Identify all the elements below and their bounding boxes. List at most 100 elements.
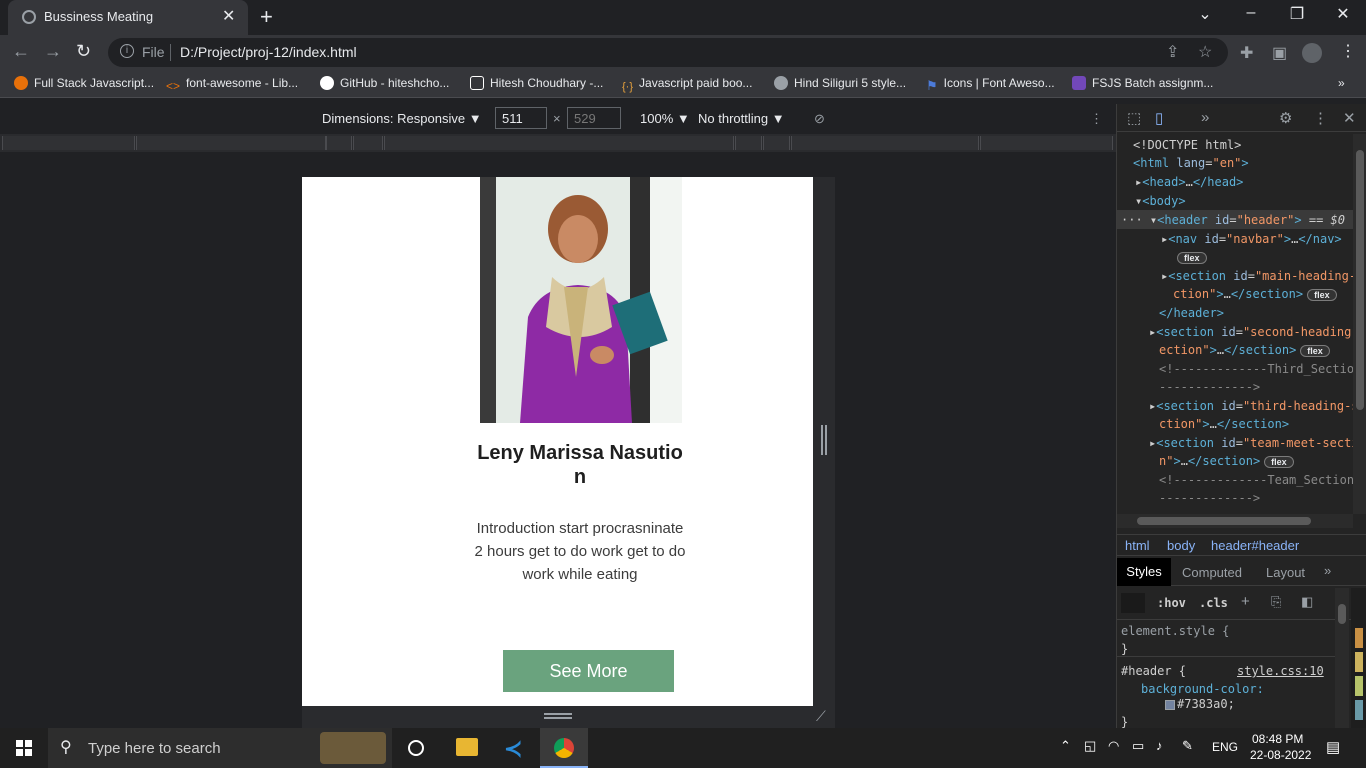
scrollbar-thumb[interactable] [1356, 150, 1364, 410]
tab-search-icon[interactable]: ⌄ [1182, 4, 1228, 24]
breadcrumb-item[interactable]: header#header [1211, 538, 1299, 553]
height-input[interactable]: 529 [567, 107, 621, 129]
comment-node[interactable]: -------------> [1159, 491, 1260, 505]
bookmark-item[interactable]: GitHub - hiteshcho... [320, 76, 449, 90]
styles-scrollbar[interactable] [1335, 588, 1349, 728]
width-input[interactable]: 511 [495, 107, 547, 129]
rule-source-link[interactable]: style.css:10 [1237, 664, 1324, 678]
maximize-button[interactable]: ❐ [1274, 4, 1320, 24]
see-more-button[interactable]: See More [503, 650, 674, 692]
close-window-button[interactable]: ✕ [1320, 4, 1366, 24]
back-button[interactable]: ← [12, 41, 30, 62]
filter-input[interactable] [1121, 593, 1145, 613]
dom-node[interactable]: ection">…</section> flex [1159, 343, 1330, 357]
dom-node[interactable]: n">…</section> flex [1159, 454, 1294, 468]
dimensions-dropdown[interactable]: Dimensions: Responsive ▼ [322, 111, 482, 126]
site-info-icon[interactable]: i [120, 44, 134, 58]
media-query-segment[interactable] [353, 136, 383, 150]
browser-tab[interactable]: Bussiness Meating ✕ [8, 0, 248, 35]
paint-icon[interactable]: ⎘ [1271, 594, 1281, 610]
chrome-taskbar-button[interactable] [540, 728, 588, 768]
minimize-button[interactable]: – [1228, 4, 1274, 22]
resize-handle-bottom[interactable]: ⟋ [302, 706, 835, 728]
tab-styles[interactable]: Styles [1117, 558, 1171, 586]
media-query-bar[interactable] [0, 134, 1116, 152]
address-bar[interactable]: i File D:/Project/proj-12/index.html ⇪ ☆ [108, 38, 1228, 67]
wifi-icon[interactable]: ◠ [1108, 738, 1119, 754]
dom-node[interactable]: ction">…</section> flex [1173, 287, 1337, 301]
dom-node[interactable]: ▸<section id="second-heading-s [1149, 325, 1353, 339]
media-query-segment[interactable] [2, 136, 135, 150]
gear-icon[interactable]: ⚙ [1279, 109, 1292, 127]
scrollbar-thumb[interactable] [1137, 517, 1311, 525]
media-query-segment[interactable] [136, 136, 326, 150]
breadcrumb-item[interactable]: body [1167, 538, 1195, 553]
color-swatch-icon[interactable] [1165, 700, 1175, 710]
bookmark-item[interactable]: {·} Javascript paid boo... [622, 76, 752, 95]
file-explorer-icon[interactable] [456, 738, 478, 756]
vscode-icon[interactable]: ≺ [504, 736, 522, 762]
url-text[interactable]: D:/Project/proj-12/index.html [180, 44, 357, 60]
battery-icon[interactable]: ▭ [1132, 738, 1144, 754]
comment-node[interactable]: <!-------------Third_Section [1159, 362, 1353, 376]
throttling-dropdown[interactable]: No throttling ▼ [698, 111, 785, 126]
tab-layout[interactable]: Layout [1266, 565, 1305, 580]
styles-pane[interactable]: element.style { } #header { style.css:10… [1117, 620, 1335, 728]
corner-resize-icon[interactable]: ⟋ [816, 708, 826, 725]
media-query-segment[interactable] [735, 136, 762, 150]
comment-node[interactable]: -------------> [1159, 380, 1260, 394]
bookmark-item[interactable]: Full Stack Javascript... [14, 76, 154, 90]
dom-node[interactable]: <!DOCTYPE html> [1133, 138, 1241, 152]
volume-icon[interactable]: ♪ [1156, 738, 1163, 753]
media-query-segment[interactable] [791, 136, 979, 150]
bookmark-item[interactable]: ⚑ Icons | Font Aweso... [926, 76, 1055, 93]
bookmark-item[interactable]: <> font-awesome - Lib... [166, 76, 298, 93]
cortana-icon[interactable] [408, 740, 424, 756]
media-query-segment[interactable] [326, 136, 352, 150]
close-devtools-icon[interactable]: ✕ [1343, 109, 1356, 127]
clock-date[interactable]: 22-08-2022 [1250, 748, 1311, 762]
comment-node[interactable]: <!-------------Team_Section [1159, 473, 1353, 487]
rotate-icon[interactable]: ⊘ [814, 111, 825, 127]
add-rule-icon[interactable]: + [1241, 593, 1250, 610]
meet-now-icon[interactable]: ◱ [1084, 738, 1096, 754]
dom-node[interactable]: ▸<nav id="navbar">…</nav> [1161, 232, 1342, 246]
more-style-tabs-icon[interactable]: » [1324, 563, 1331, 578]
hov-toggle[interactable]: :hov [1157, 596, 1186, 610]
profile-avatar[interactable] [1302, 43, 1322, 63]
taskbar-search-box[interactable]: ⚲ Type here to search [48, 728, 392, 768]
dom-node[interactable]: </header> [1159, 306, 1224, 320]
media-query-segment[interactable] [763, 136, 790, 150]
side-panel-icon[interactable]: ▣ [1272, 43, 1287, 63]
dom-node[interactable]: <html lang="en"> [1133, 156, 1249, 170]
rule-selector[interactable]: #header { [1121, 664, 1186, 678]
device-menu-icon[interactable]: ⋮ [1090, 111, 1103, 127]
menu-dots-icon[interactable]: ⋮ [1340, 41, 1356, 61]
windows-start-icon[interactable] [16, 740, 32, 756]
device-toggle-icon[interactable]: ▯ [1155, 109, 1163, 127]
clock-time[interactable]: 08:48 PM [1252, 732, 1303, 746]
bookmark-item[interactable]: Hitesh Choudhary -... [470, 76, 603, 90]
scrollbar-thumb[interactable] [1338, 604, 1346, 624]
css-property-value[interactable]: #7383a0; [1177, 697, 1235, 711]
horizontal-scrollbar[interactable] [1117, 514, 1353, 528]
show-hidden-icons-icon[interactable]: ⌃ [1060, 738, 1071, 754]
dom-node[interactable]: ▸<section id="main-heading-se [1161, 269, 1353, 283]
language-indicator[interactable]: ENG [1212, 740, 1238, 754]
media-query-segment[interactable] [384, 136, 734, 150]
bookmark-item[interactable]: FSJS Batch assignm... [1072, 76, 1213, 90]
dom-node-selected[interactable]: ··· ▾<header id="header"> == $0 [1121, 213, 1345, 227]
elements-tree[interactable]: <!DOCTYPE html> <html lang="en"> ▸<head>… [1117, 134, 1353, 514]
notifications-icon[interactable]: ▤ [1326, 738, 1340, 756]
dom-node[interactable]: ▸<head>…</head> [1135, 175, 1243, 189]
extensions-icon[interactable]: ✚ [1240, 43, 1253, 63]
bookmark-item[interactable]: Hind Siliguri 5 style... [774, 76, 906, 90]
resize-handle-right[interactable] [813, 177, 835, 706]
element-style-selector[interactable]: element.style { [1121, 624, 1229, 638]
flex-badge[interactable]: flex [1173, 250, 1207, 264]
sidebar-toggle-icon[interactable]: ◧ [1301, 594, 1313, 610]
close-tab-icon[interactable]: ✕ [222, 6, 235, 26]
forward-button[interactable]: → [44, 41, 62, 62]
dom-node[interactable]: ▸<section id="team-meet-sectio [1149, 436, 1353, 450]
media-query-segment[interactable] [980, 136, 1113, 150]
